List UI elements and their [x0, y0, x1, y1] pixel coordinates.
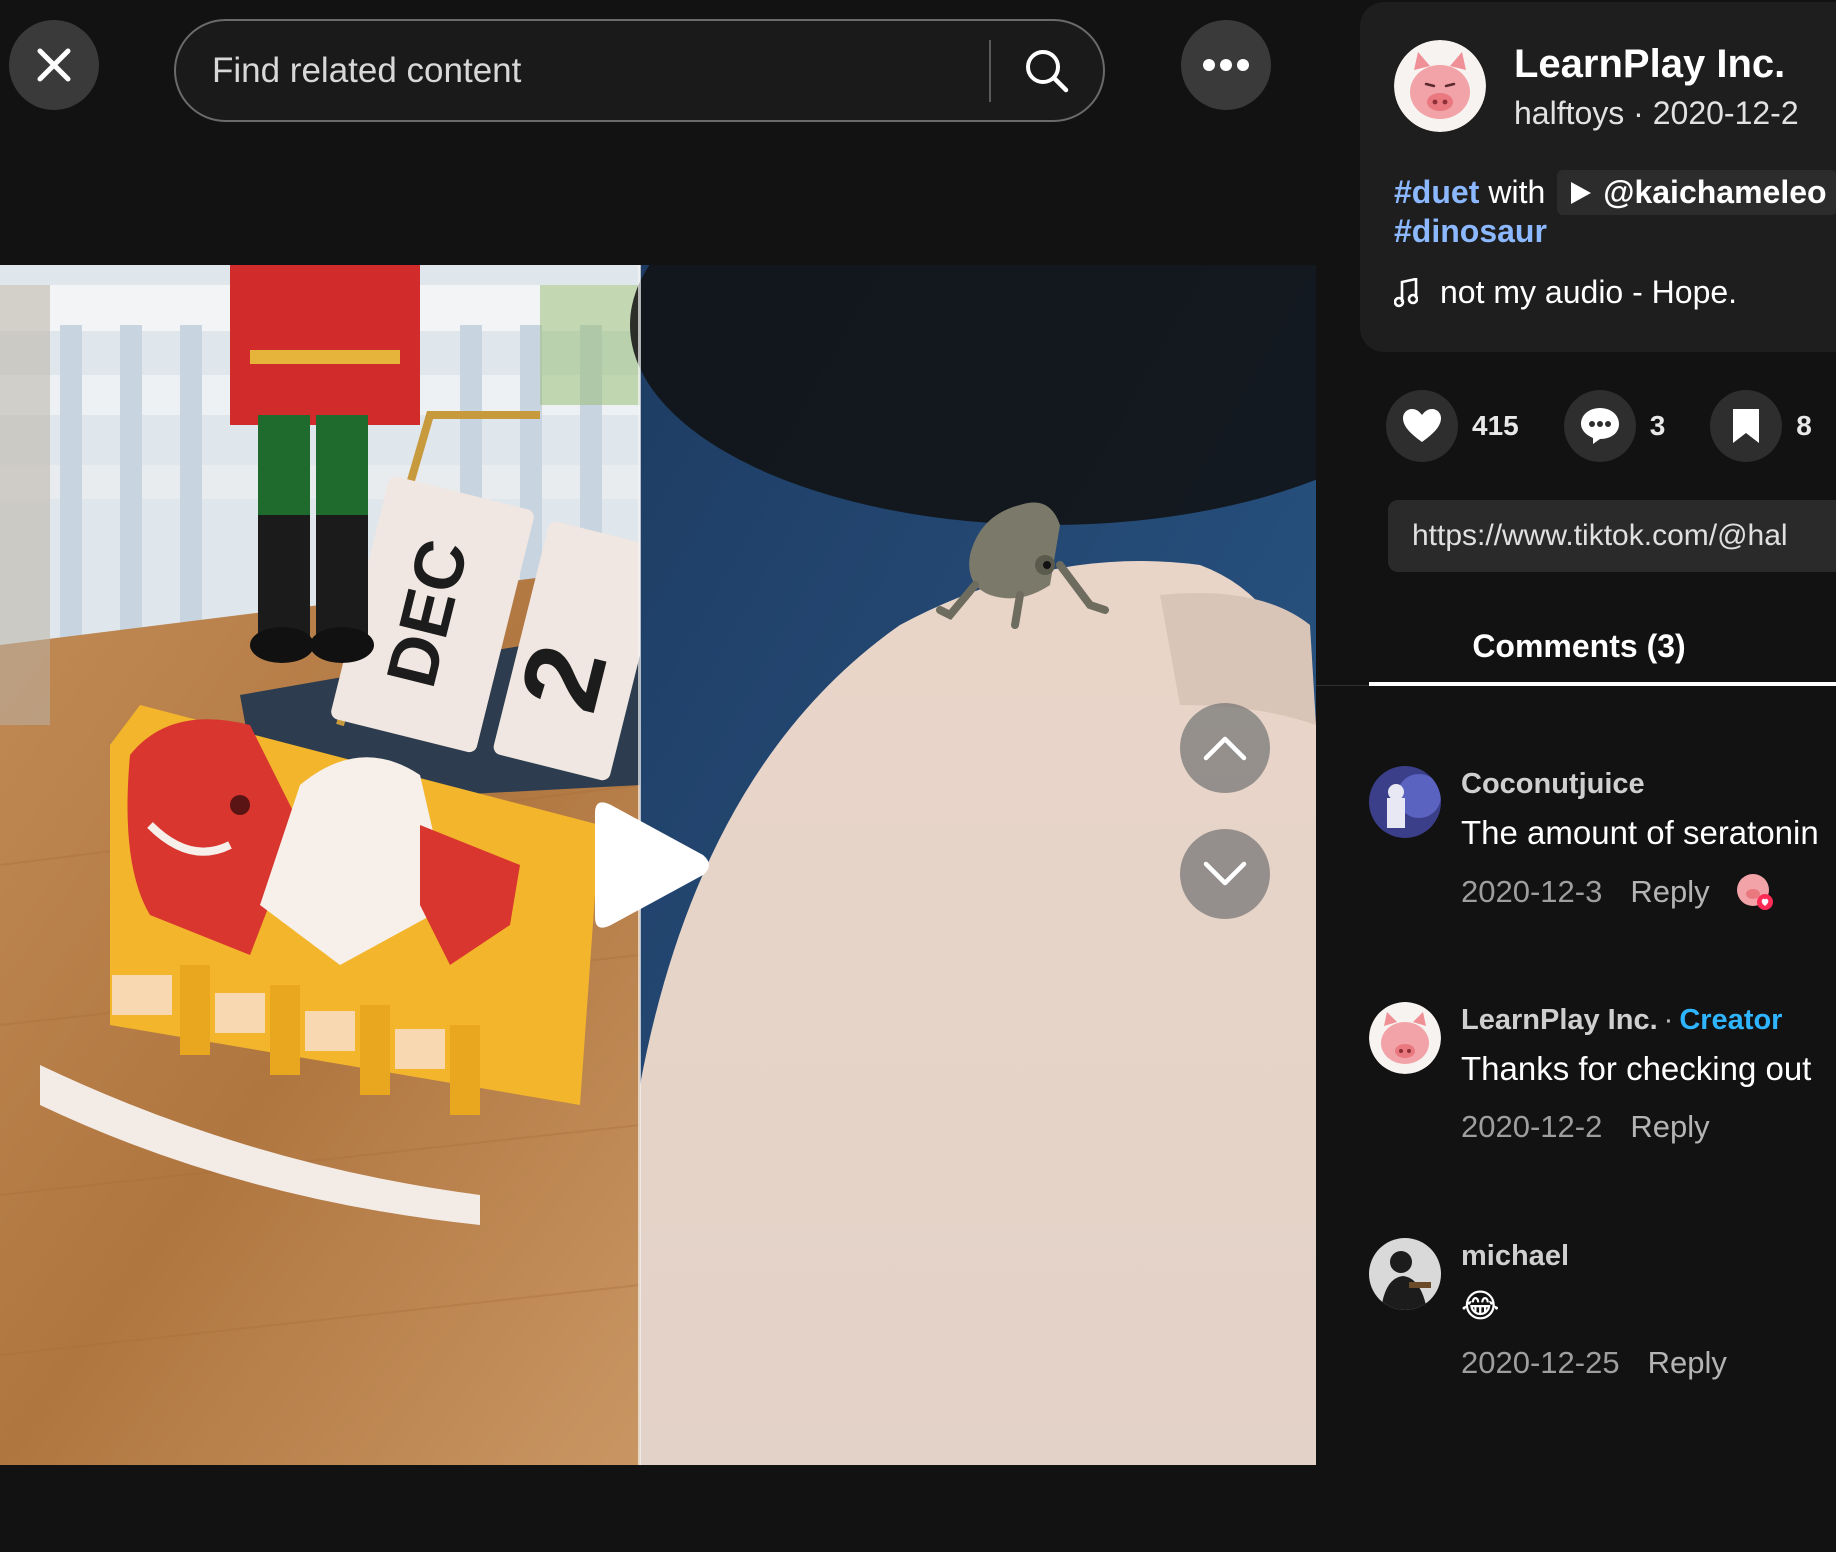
author-card: LearnPlay Inc. halftoys · 2020-12-2 #due…: [1360, 2, 1836, 352]
badge-separator: ·: [1663, 1004, 1674, 1036]
comment-date: 2020-12-2: [1461, 1109, 1603, 1144]
avatar-image: [1369, 1238, 1441, 1310]
author-avatar[interactable]: [1394, 40, 1486, 132]
search-icon: [1026, 49, 1069, 92]
music-title: not my audio - Hope.: [1440, 274, 1738, 310]
action-bar: 415 3 8: [1386, 390, 1836, 462]
comment-meta: 2020-12-3 Reply: [1461, 873, 1774, 911]
comment-meta: 2020-12-2 Reply: [1461, 1109, 1710, 1145]
hashtag-dinosaur[interactable]: #dinosaur: [1394, 213, 1547, 250]
mention-username: @kaichameleo: [1603, 174, 1827, 210]
comment-item: michael 😂 2020-12-25 Reply: [1369, 1238, 1836, 1388]
video-player[interactable]: DEC 2: [0, 265, 1316, 1465]
reply-button[interactable]: Reply: [1630, 874, 1709, 910]
comment-item: LearnPlay Inc. · Creator Thanks for checki…: [1369, 1002, 1836, 1152]
video-area: DEC 2: [0, 0, 1316, 1552]
like-button[interactable]: 415: [1386, 390, 1519, 462]
creator-liked-icon: [1736, 874, 1773, 910]
comment-text: 😂: [1461, 1287, 1500, 1324]
tab-comments[interactable]: Comments (3): [1369, 610, 1836, 686]
description-with-text: with: [1488, 174, 1546, 210]
play-icon[interactable]: [585, 795, 715, 935]
music-note-icon: [1394, 277, 1418, 307]
description-line: #duet with @kaichameleo: [1394, 170, 1836, 215]
comment-username[interactable]: michael: [1461, 1240, 1569, 1273]
search-button[interactable]: [991, 21, 1103, 120]
previous-video-button[interactable]: [1180, 703, 1270, 793]
author-display-name[interactable]: LearnPlay Inc.: [1514, 42, 1785, 87]
close-icon: [37, 48, 71, 82]
details-panel: LearnPlay Inc. halftoys · 2020-12-2 #due…: [1316, 0, 1836, 1552]
comment-date: 2020-12-3: [1461, 874, 1603, 909]
comment-username[interactable]: Coconutjuice: [1461, 768, 1645, 801]
commenter-avatar[interactable]: [1369, 1238, 1441, 1310]
comment-count: 3: [1649, 410, 1666, 441]
search-input[interactable]: [176, 21, 989, 120]
save-circle: [1710, 390, 1783, 462]
creator-badge: Creator: [1679, 1004, 1783, 1036]
comment-username[interactable]: LearnPlay Inc.: [1461, 1004, 1658, 1036]
comment-meta: 2020-12-25 Reply: [1461, 1345, 1727, 1381]
chevron-down-icon: [1203, 861, 1247, 886]
more-options-icon: [1203, 59, 1249, 71]
bookmark-icon: [1733, 409, 1760, 443]
save-count: 8: [1796, 410, 1812, 441]
commenter-avatar[interactable]: [1369, 1002, 1441, 1074]
close-button[interactable]: [9, 20, 99, 110]
reply-button[interactable]: Reply: [1648, 1345, 1727, 1381]
more-options-button[interactable]: [1181, 20, 1271, 110]
next-video-button[interactable]: [1180, 829, 1270, 919]
mention-chip[interactable]: @kaichameleo: [1557, 170, 1836, 215]
commenter-avatar[interactable]: [1369, 766, 1441, 838]
tiktok-video-viewer: DEC 2: [0, 0, 1836, 1552]
author-subtitle: halftoys · 2020-12-2: [1514, 95, 1799, 132]
comment-text: Thanks for checking out: [1461, 1050, 1812, 1087]
hashtag-duet[interactable]: #duet: [1394, 174, 1479, 211]
comment-circle: [1563, 390, 1636, 462]
author-handle[interactable]: halftoys: [1514, 95, 1624, 131]
comment-username-row: LearnPlay Inc. · Creator: [1461, 1004, 1782, 1037]
creator-liked-badge: [1736, 873, 1774, 911]
post-date: 2020-12-2: [1652, 95, 1799, 131]
comment-button[interactable]: 3: [1563, 390, 1666, 462]
search-bar: [174, 19, 1105, 122]
heart-icon: [1403, 409, 1441, 442]
comment-item: Coconutjuice The amount of seratonin 202…: [1369, 766, 1836, 916]
play-small-icon: [1571, 181, 1592, 204]
pig-avatar-icon: [1369, 1002, 1441, 1074]
chevron-up-icon: [1203, 736, 1247, 761]
avatar-image: [1369, 766, 1441, 838]
like-count: 415: [1472, 410, 1519, 441]
like-circle: [1386, 390, 1458, 462]
comment-icon: [1580, 408, 1619, 444]
share-link-field[interactable]: https://www.tiktok.com/@hal: [1388, 500, 1836, 572]
comment-date: 2020-12-25: [1461, 1345, 1620, 1380]
author-separator: ·: [1633, 95, 1644, 131]
pig-avatar-icon: [1394, 40, 1486, 132]
comments-tab-row: Comments (3): [1316, 610, 1836, 686]
music-link[interactable]: not my audio - Hope.: [1394, 274, 1737, 311]
comment-text: The amount of seratonin: [1461, 814, 1819, 851]
save-button[interactable]: 8: [1710, 390, 1812, 462]
reply-button[interactable]: Reply: [1630, 1109, 1709, 1145]
